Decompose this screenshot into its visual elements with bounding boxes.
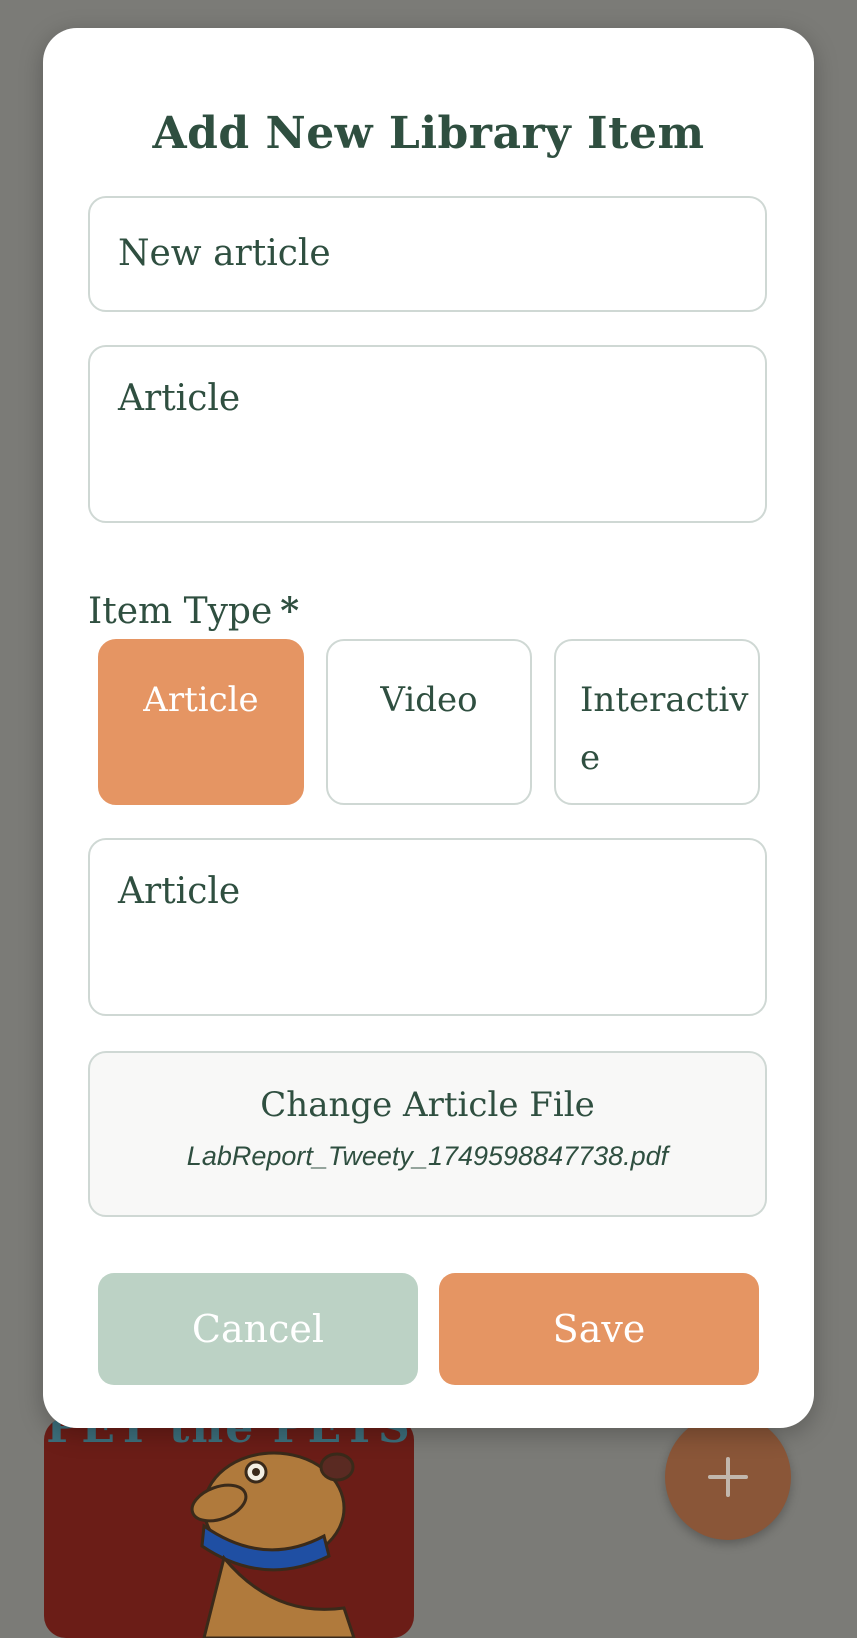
- item-description-input[interactable]: Article: [88, 345, 767, 523]
- type-option-article[interactable]: Article: [98, 639, 304, 805]
- type-option-interactive[interactable]: Interactive: [554, 639, 760, 805]
- type-option-video[interactable]: Video: [326, 639, 532, 805]
- item-name-input[interactable]: New article: [88, 196, 767, 312]
- dialog-title: Add New Library Item: [152, 108, 705, 159]
- file-name: LabReport_Tweety_1749598847738.pdf: [186, 1141, 669, 1171]
- cancel-button[interactable]: Cancel: [98, 1273, 418, 1385]
- save-button[interactable]: Save: [439, 1273, 759, 1385]
- add-library-item-dialog: Add New Library Item New article Article…: [43, 28, 814, 1428]
- library-item-card[interactable]: PET the PETS: [44, 1418, 414, 1638]
- change-file-button[interactable]: Change Article File LabReport_Tweety_174…: [88, 1051, 767, 1217]
- plus-icon: [708, 1457, 748, 1497]
- add-item-fab[interactable]: [665, 1414, 791, 1540]
- item-type-label: Item Type *: [88, 590, 299, 632]
- item-type-label-text: Item Type: [88, 591, 273, 632]
- required-marker: *: [280, 590, 300, 632]
- item-content-input[interactable]: Article: [88, 838, 767, 1016]
- dog-illustration: [190, 1451, 356, 1638]
- change-file-label: Change Article File: [260, 1085, 595, 1125]
